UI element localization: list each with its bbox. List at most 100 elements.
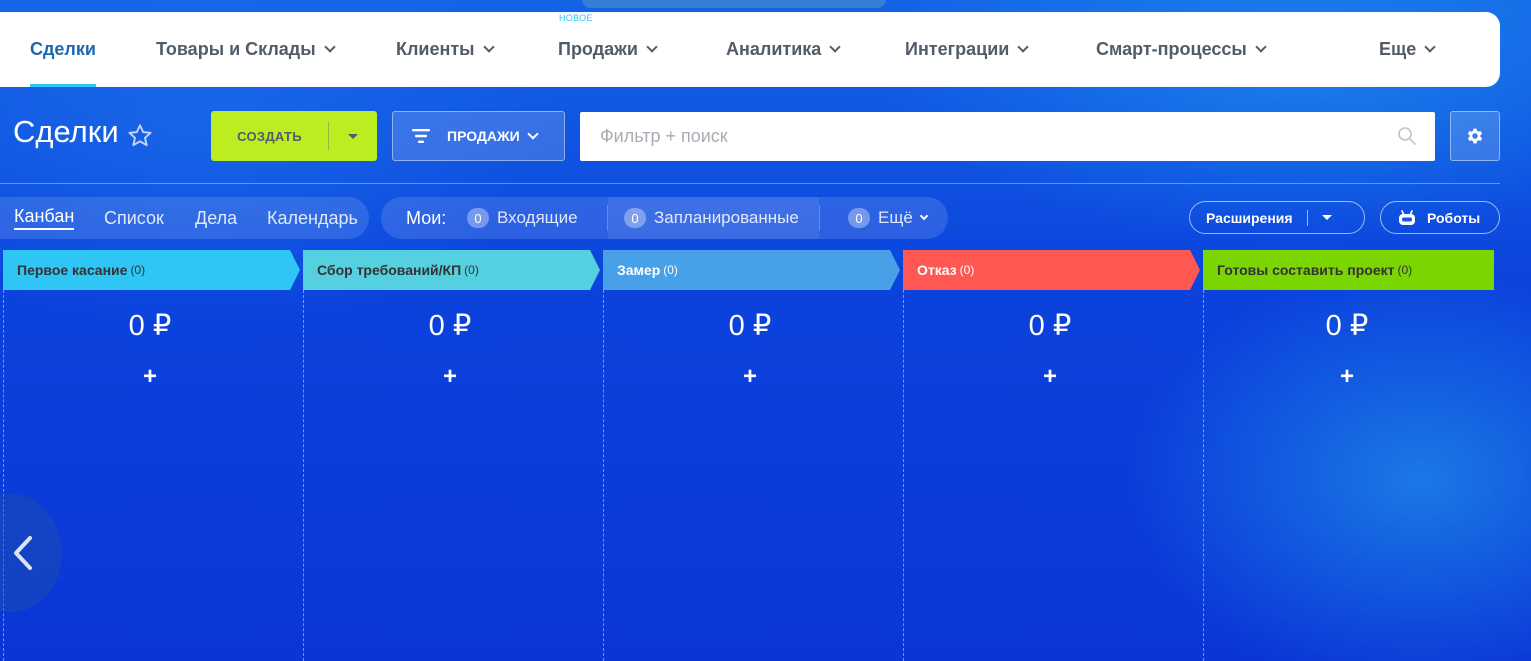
stage-header[interactable]: Замер (0)	[603, 250, 900, 290]
view-list[interactable]: Список	[104, 197, 164, 239]
stage-name: Готовы составить проект	[1217, 262, 1395, 278]
chevron-down-icon	[1017, 41, 1030, 53]
stage-name: Замер	[617, 262, 661, 278]
stage-header[interactable]: Отказ (0)	[903, 250, 1200, 290]
create-button-label: СОЗДАТЬ	[237, 128, 302, 144]
sales-funnel-label: ПРОДАЖИ	[447, 128, 520, 144]
search-icon[interactable]	[1397, 126, 1417, 146]
stage-header[interactable]: Сбор требований/КП (0)	[303, 250, 600, 290]
chevron-down-icon	[1255, 41, 1267, 53]
nav-smart-processes[interactable]: Смарт-процессы	[1096, 12, 1267, 87]
kanban-column: Отказ (0) 0 ₽ +	[900, 250, 1200, 661]
stage-sum: 0 ₽	[128, 310, 172, 342]
stage-count: (0)	[1397, 263, 1413, 277]
chevron-left-icon	[14, 536, 32, 570]
add-deal-button[interactable]: +	[900, 365, 1200, 389]
nav-clients-label: Клиенты	[396, 39, 475, 59]
caret-down-icon[interactable]	[1321, 215, 1332, 220]
create-dropdown-toggle[interactable]	[329, 133, 377, 139]
view-calendar-label: Календарь	[267, 207, 358, 228]
chevron-down-icon	[323, 41, 336, 53]
robot-icon	[1399, 209, 1415, 225]
chevron-down-icon	[646, 41, 658, 53]
column-border	[303, 290, 304, 661]
nav-sales-label: Продажи	[558, 39, 638, 59]
search-input[interactable]	[580, 112, 1360, 161]
counter-planned-count: 0	[624, 208, 646, 228]
nav-integrations-label: Интеграции	[905, 39, 1010, 59]
add-deal-button[interactable]: +	[1200, 365, 1494, 389]
settings-button[interactable]	[1450, 111, 1500, 161]
stage-name: Сбор требований/КП	[317, 262, 462, 278]
sales-funnel-button[interactable]: ПРОДАЖИ	[392, 111, 565, 161]
view-kanban[interactable]: Канбан	[14, 197, 75, 239]
add-deal-button[interactable]: +	[0, 365, 300, 389]
nav-clients[interactable]: Клиенты	[396, 12, 495, 87]
gear-icon	[1467, 128, 1483, 144]
counter-planned-label: Запланированные	[654, 208, 799, 227]
stage-header[interactable]: Первое касание (0)	[3, 250, 300, 290]
extensions-button[interactable]: Расширения	[1189, 201, 1365, 234]
stage-name: Отказ	[917, 262, 957, 278]
star-icon[interactable]	[126, 122, 154, 150]
create-button[interactable]: СОЗДАТЬ	[211, 111, 377, 161]
view-kanban-label: Канбан	[14, 206, 75, 230]
kanban-column: Первое касание (0) 0 ₽ +	[0, 250, 300, 661]
stage-name: Первое касание	[17, 262, 128, 278]
toolbar-divider	[0, 183, 1500, 184]
nav-integrations[interactable]: Интеграции	[905, 12, 1030, 87]
stage-count: (0)	[130, 263, 146, 277]
counter-separator	[607, 205, 608, 231]
view-calendar[interactable]: Календарь	[267, 197, 358, 239]
extensions-label: Расширения	[1206, 209, 1293, 226]
column-border	[1203, 290, 1204, 661]
new-badge: НОВОЕ	[559, 13, 593, 23]
chevron-down-icon	[829, 41, 841, 53]
view-list-label: Список	[104, 207, 164, 228]
nav-sales[interactable]: Продажи	[558, 12, 658, 87]
chevron-down-icon	[482, 41, 495, 53]
stage-count: (0)	[464, 263, 479, 277]
top-navigation: Сделки Товары и Склады Клиенты Продажи А…	[0, 12, 1500, 87]
stage-header[interactable]: Готовы составить проект (0)	[1203, 250, 1494, 290]
nav-deals-label: Сделки	[30, 39, 96, 59]
nav-more[interactable]: Еще	[1379, 12, 1436, 87]
stage-sum: 0 ₽	[1325, 310, 1369, 342]
add-deal-button[interactable]: +	[600, 365, 900, 389]
counters-bar: Мои: 0 Входящие 0 Запланированные 0 Ещё	[381, 197, 948, 239]
nav-products-label: Товары и Склады	[156, 39, 316, 59]
kanban-column: Замер (0) 0 ₽ +	[600, 250, 900, 661]
nav-smart-processes-label: Смарт-процессы	[1096, 39, 1247, 59]
counter-separator	[819, 205, 820, 231]
counter-more[interactable]: 0 Ещё	[848, 197, 929, 239]
column-border	[603, 290, 604, 661]
filter-search-bar	[580, 112, 1435, 161]
counter-more-count: 0	[848, 208, 870, 228]
caret-down-icon	[348, 133, 358, 139]
counter-more-label: Ещё	[878, 208, 913, 227]
chevron-down-icon	[1424, 41, 1436, 53]
page-title: Сделки	[13, 114, 119, 149]
extensions-separator	[1306, 209, 1308, 226]
stage-count: (0)	[663, 263, 678, 277]
counter-incoming-label: Входящие	[497, 208, 578, 227]
counter-planned[interactable]: 0 Запланированные	[624, 197, 799, 239]
stage-sum: 0 ₽	[428, 310, 472, 342]
add-deal-button[interactable]: +	[300, 365, 600, 389]
nav-deals[interactable]: Сделки	[30, 12, 96, 87]
nav-analytics[interactable]: Аналитика	[726, 12, 841, 87]
robots-label: Роботы	[1427, 209, 1481, 226]
counters-mine-label: Мои:	[406, 207, 447, 228]
kanban-column: Готовы составить проект (0) 0 ₽ +	[1200, 250, 1500, 661]
nav-products-warehouses[interactable]: Товары и Склады	[156, 12, 336, 87]
top-handle	[582, 0, 886, 8]
view-switcher: Канбан Список Дела Календарь	[0, 197, 369, 239]
chevron-down-icon	[919, 211, 929, 221]
chevron-down-icon	[527, 127, 539, 140]
stage-sum: 0 ₽	[728, 310, 772, 342]
kanban-column: Сбор требований/КП (0) 0 ₽ +	[300, 250, 600, 661]
view-activities[interactable]: Дела	[195, 197, 237, 239]
stage-count: (0)	[959, 263, 975, 277]
counter-incoming[interactable]: 0 Входящие	[467, 197, 578, 239]
robots-button[interactable]: Роботы	[1380, 201, 1500, 234]
